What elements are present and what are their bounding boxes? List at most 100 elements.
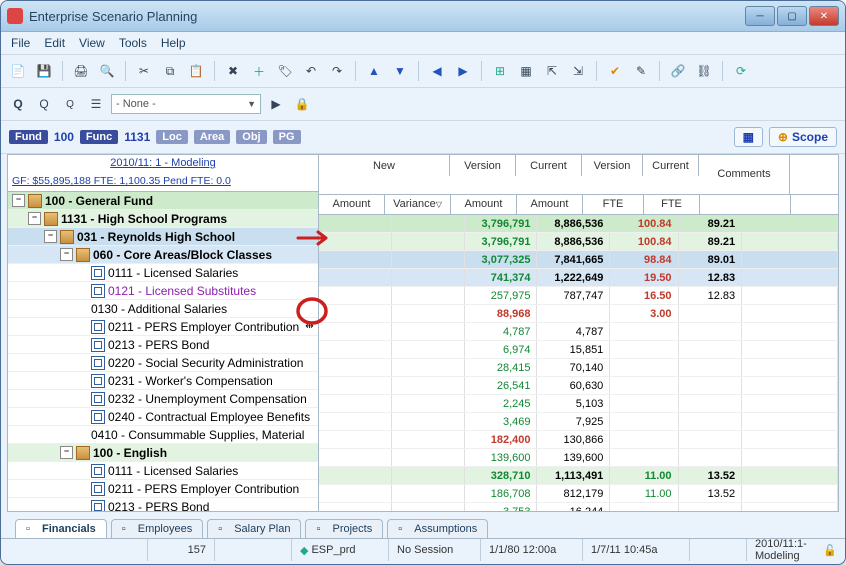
grid-row[interactable]: 741,3741,222,64919.5012.83: [319, 269, 838, 287]
tree-body[interactable]: −100 - General Fund−1131 - High School P…: [8, 192, 318, 511]
tree-row[interactable]: 0232 - Unemployment Compensation: [8, 390, 318, 408]
menu-file[interactable]: File: [11, 36, 30, 50]
save-icon[interactable]: 💾: [33, 60, 55, 82]
grid-row[interactable]: 3,796,7918,886,536100.8489.21: [319, 215, 838, 233]
grid-body[interactable]: 3,796,7918,886,536100.8489.213,796,7918,…: [319, 215, 838, 511]
cell-new-variance[interactable]: [392, 251, 465, 268]
cell-new-variance[interactable]: [392, 449, 465, 466]
chip-loc[interactable]: Loc: [156, 130, 188, 144]
tree-row[interactable]: −060 - Core Areas/Block Classes: [8, 246, 318, 264]
cell-new-variance[interactable]: [392, 341, 465, 358]
import-icon[interactable]: ⇲: [567, 60, 589, 82]
maximize-button[interactable]: ▢: [777, 6, 807, 26]
col-amount[interactable]: Amount: [319, 194, 385, 214]
cell-new-amount[interactable]: [319, 395, 392, 412]
q-bold-icon[interactable]: Q: [7, 93, 29, 115]
grid-row[interactable]: 26,54160,630: [319, 377, 838, 395]
menu-view[interactable]: View: [79, 36, 105, 50]
tab-projects[interactable]: ▫Projects: [305, 519, 383, 538]
edit-icon[interactable]: ✎: [630, 60, 652, 82]
grid-row[interactable]: 182,400130,866: [319, 431, 838, 449]
tab-employees[interactable]: ▫Employees: [111, 519, 203, 538]
tree-row[interactable]: 0211 - PERS Employer Contribution⇹: [8, 318, 318, 336]
cell-comments[interactable]: [742, 341, 838, 358]
grid-row[interactable]: 3,75316,244: [319, 503, 838, 511]
tree-row[interactable]: 0130 - Additional Salaries: [8, 300, 318, 318]
cell-comments[interactable]: [742, 305, 838, 322]
tree-row[interactable]: 0111 - Licensed Salaries: [8, 264, 318, 282]
cell-comments[interactable]: [742, 413, 838, 430]
col-version-fte[interactable]: FTE: [583, 194, 644, 214]
tab-salary-plan[interactable]: ▫Salary Plan: [207, 519, 301, 538]
col-version1[interactable]: Version: [450, 155, 516, 176]
cell-new-amount[interactable]: [319, 503, 392, 511]
lock-icon[interactable]: 🔒: [291, 93, 313, 115]
print-icon[interactable]: 🖨: [70, 60, 92, 82]
grid-row[interactable]: 328,7101,113,49111.0013.52: [319, 467, 838, 485]
cell-new-amount[interactable]: [319, 449, 392, 466]
cell-new-amount[interactable]: [319, 467, 392, 484]
cell-new-amount[interactable]: [319, 251, 392, 268]
col-current2[interactable]: Current: [643, 155, 699, 176]
tab-assumptions[interactable]: ▫Assumptions: [387, 519, 488, 538]
cell-new-amount[interactable]: [319, 305, 392, 322]
grid-row[interactable]: 3,077,3257,841,66598.8489.01: [319, 251, 838, 269]
col-current1[interactable]: Current: [516, 155, 582, 176]
menu-tools[interactable]: Tools: [119, 36, 147, 50]
cell-new-variance[interactable]: [392, 395, 465, 412]
tree-row[interactable]: 0220 - Social Security Administration: [8, 354, 318, 372]
tree-row[interactable]: −1131 - High School Programs: [8, 210, 318, 228]
cell-new-amount[interactable]: [319, 269, 392, 286]
menu-edit[interactable]: Edit: [44, 36, 65, 50]
expand-icon[interactable]: −: [44, 230, 57, 243]
cell-new-variance[interactable]: [392, 287, 465, 304]
cell-comments[interactable]: [742, 233, 838, 250]
expand-icon[interactable]: −: [60, 248, 73, 261]
export-icon[interactable]: ⇱: [541, 60, 563, 82]
cell-comments[interactable]: [742, 215, 838, 232]
cell-new-variance[interactable]: [392, 485, 465, 502]
col-comments[interactable]: Comments: [699, 155, 790, 194]
redo-icon[interactable]: ↷: [326, 60, 348, 82]
tree-row[interactable]: 0213 - PERS Bond: [8, 336, 318, 354]
refresh-icon[interactable]: ⟳: [730, 60, 752, 82]
grid-view-button[interactable]: ▦: [734, 127, 763, 147]
cell-new-amount[interactable]: [319, 431, 392, 448]
minimize-button[interactable]: ─: [745, 6, 775, 26]
cell-new-variance[interactable]: [392, 305, 465, 322]
expand-icon[interactable]: −: [60, 446, 73, 459]
cell-comments[interactable]: [742, 251, 838, 268]
cell-new-variance[interactable]: [392, 413, 465, 430]
apply-filter-icon[interactable]: ▶: [265, 93, 287, 115]
grid-icon[interactable]: ▦: [515, 60, 537, 82]
tree-row[interactable]: −100 - General Fund: [8, 192, 318, 210]
tab-financials[interactable]: ▫Financials: [15, 519, 107, 538]
cell-comments[interactable]: [742, 467, 838, 484]
cell-comments[interactable]: [742, 323, 838, 340]
grid-row[interactable]: 186,708812,17911.0013.52: [319, 485, 838, 503]
cell-new-amount[interactable]: [319, 359, 392, 376]
filter-combo[interactable]: - None - ▼: [111, 94, 261, 114]
new-icon[interactable]: 📄: [7, 60, 29, 82]
col-current-fte[interactable]: FTE: [644, 194, 700, 214]
chip-area[interactable]: Area: [194, 130, 230, 144]
q-menu-icon[interactable]: ☰: [85, 93, 107, 115]
cell-comments[interactable]: [742, 359, 838, 376]
cell-new-amount[interactable]: [319, 377, 392, 394]
tree-row[interactable]: 0410 - Consummable Supplies, Material: [8, 426, 318, 444]
collapse-up-icon[interactable]: ▲: [363, 60, 385, 82]
cell-new-amount[interactable]: [319, 341, 392, 358]
cell-comments[interactable]: [742, 395, 838, 412]
check-icon[interactable]: ✔: [604, 60, 626, 82]
cell-new-variance[interactable]: [392, 215, 465, 232]
cell-new-variance[interactable]: [392, 269, 465, 286]
collapse-down-icon[interactable]: ▼: [389, 60, 411, 82]
cell-new-variance[interactable]: [392, 233, 465, 250]
cell-new-amount[interactable]: [319, 413, 392, 430]
tree-row[interactable]: 0121 - Licensed Substitutes: [8, 282, 318, 300]
cell-new-variance[interactable]: [392, 431, 465, 448]
tree-row[interactable]: 0240 - Contractual Employee Benefits: [8, 408, 318, 426]
cell-new-variance[interactable]: [392, 467, 465, 484]
delete-icon[interactable]: ✖: [222, 60, 244, 82]
expand-icon[interactable]: −: [28, 212, 41, 225]
